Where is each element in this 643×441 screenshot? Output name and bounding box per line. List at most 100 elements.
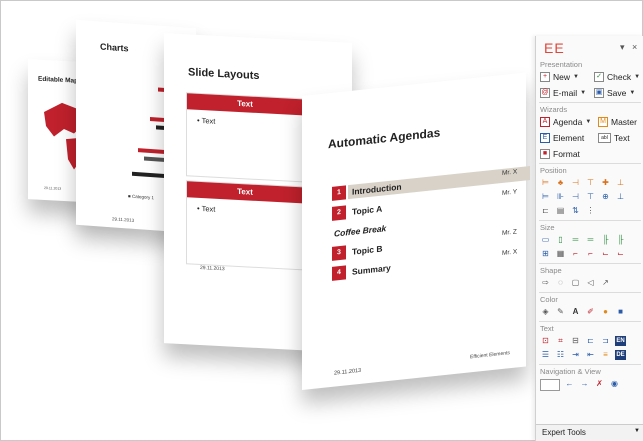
align-middle-icon[interactable]: ✚ <box>600 178 611 188</box>
line-spacing-icon[interactable]: ≡ <box>600 350 611 360</box>
swap-icon[interactable]: ⇅ <box>570 206 581 216</box>
distribute-left-icon[interactable]: ⊨ <box>540 192 551 202</box>
agenda-label: Topic B <box>352 243 383 257</box>
fit-grid-icon[interactable]: ⊞ <box>540 249 551 259</box>
rectangle-shape-icon[interactable]: ▢ <box>570 278 581 288</box>
section-size: Size <box>540 223 555 232</box>
stretch-right-icon[interactable]: ═ <box>585 235 596 245</box>
agenda-presenter: Mr. Z <box>502 228 517 237</box>
email-label: E-mail <box>553 88 578 98</box>
check-label: Check <box>607 72 632 82</box>
align-left-icon[interactable]: ⊨ <box>540 178 551 188</box>
text-shrink-icon[interactable]: ⌗ <box>555 336 566 346</box>
save-label: Save <box>607 88 627 98</box>
callout-icon[interactable]: ◌ <box>555 278 566 288</box>
new-button[interactable]: + New ▼ <box>540 72 579 82</box>
color-palette-icon[interactable]: ● <box>600 307 611 317</box>
email-button[interactable]: @ E-mail ▼ <box>540 88 586 98</box>
text-wrap-icon[interactable]: ⊟ <box>570 336 581 346</box>
align-right-icon[interactable]: ⊣ <box>570 178 581 188</box>
layout-box-text: Text <box>201 204 216 214</box>
arrow-shape-icon[interactable]: ⇨ <box>540 278 551 288</box>
eye-icon[interactable]: ◉ <box>609 379 620 389</box>
color-tools-row: ◈ ✎ A ✐ ● ■ <box>540 307 626 317</box>
section-text: Text <box>540 324 554 333</box>
slide-title: Automatic Agendas <box>328 125 441 152</box>
chevron-down-icon[interactable]: ▼ <box>629 90 635 96</box>
stretch-left-icon[interactable]: ═ <box>570 235 581 245</box>
layout-box-bullet: • Text <box>197 203 216 214</box>
expert-tools-bar[interactable]: Expert Tools ▼ <box>536 424 643 441</box>
align-center-icon[interactable]: ♣ <box>555 178 566 188</box>
distribute-center-icon[interactable]: ⊪ <box>555 192 566 202</box>
text-box-fit-icon[interactable]: ⊐ <box>600 336 611 346</box>
resize-nw-icon[interactable]: ⌐ <box>570 249 581 259</box>
save-button[interactable]: ▣ Save ▼ <box>594 88 635 98</box>
distribute-bottom-icon[interactable]: ⊥ <box>615 192 626 202</box>
curve-icon[interactable]: ↗ <box>600 278 611 288</box>
chevron-down-icon[interactable]: ▼ <box>585 119 591 125</box>
hide-icon[interactable]: ✗ <box>594 379 605 389</box>
text-wizard-button[interactable]: abl Text <box>598 133 630 143</box>
element-label: Element <box>553 133 585 143</box>
format-button[interactable]: ■ Format <box>540 149 580 159</box>
stretch-top-icon[interactable]: ╟ <box>600 235 611 245</box>
check-button[interactable]: ✓ Check ▼ <box>594 72 640 82</box>
close-icon[interactable]: × <box>632 42 637 52</box>
check-icon: ✓ <box>594 72 604 82</box>
language-en-badge[interactable]: EN <box>615 336 626 346</box>
eyedropper-icon[interactable]: ✐ <box>585 307 596 317</box>
chevron-shape-icon[interactable]: ◁ <box>585 278 596 288</box>
font-color-icon[interactable]: A <box>570 307 581 317</box>
chevron-down-icon[interactable]: ▼ <box>634 74 640 80</box>
position-tools-row: ⊨ ⊪ ⊣ ⊤ ⊕ ⊥ <box>540 192 626 202</box>
numbered-list-icon[interactable]: ☷ <box>555 350 566 360</box>
agenda-presenter: Mr. X <box>502 248 518 257</box>
grid-icon[interactable]: ⋮ <box>585 206 596 216</box>
spacing-icon[interactable]: ⊏ <box>540 206 551 216</box>
slide-title: Slide Layouts <box>188 66 260 83</box>
arrow-left-icon[interactable]: ← <box>564 379 575 389</box>
fill-color-icon[interactable]: ◈ <box>540 307 551 317</box>
resize-se-icon[interactable]: ⌙ <box>615 249 626 259</box>
text-margin-icon[interactable]: ⊡ <box>540 336 551 346</box>
line-color-icon[interactable]: ✎ <box>555 307 566 317</box>
layout-box-bullet: • Text <box>197 115 216 126</box>
distribute-middle-icon[interactable]: ⊕ <box>600 192 611 202</box>
new-document-icon: + <box>540 72 550 82</box>
arrow-right-icon[interactable]: → <box>579 379 590 389</box>
navigation-tools-row: ← → ✗ ◉ <box>540 379 620 391</box>
navigation-field[interactable] <box>540 379 560 391</box>
resize-ne-icon[interactable]: ⌐ <box>585 249 596 259</box>
agenda-button[interactable]: A Agenda ▼ <box>540 117 591 127</box>
chevron-down-icon[interactable]: ▼ <box>580 90 586 96</box>
indent-icon[interactable]: ⇥ <box>570 350 581 360</box>
section-shape: Shape <box>540 266 562 275</box>
same-width-icon[interactable]: ▭ <box>540 235 551 245</box>
chevron-down-icon[interactable]: ▼ <box>573 74 579 80</box>
master-label: Master <box>611 117 637 127</box>
master-button[interactable]: M Master <box>598 117 637 127</box>
bullet-list-icon[interactable]: ☰ <box>540 350 551 360</box>
resize-sw-icon[interactable]: ⌙ <box>600 249 611 259</box>
text-anchor-icon[interactable]: ⊏ <box>585 336 596 346</box>
pin-dropdown-icon[interactable]: ▾ <box>620 42 625 53</box>
align-top-icon[interactable]: ⊤ <box>585 178 596 188</box>
element-button[interactable]: E Element <box>540 133 584 143</box>
separator <box>539 220 641 221</box>
text-tools-row: ⊡ ⌗ ⊟ ⊏ ⊐ EN <box>540 336 626 346</box>
ee-logo: EE <box>544 40 565 56</box>
picture-size-icon[interactable]: ▦ <box>555 249 566 259</box>
same-height-icon[interactable]: ▯ <box>555 235 566 245</box>
separator <box>539 321 641 322</box>
stack-icon[interactable]: ▤ <box>555 206 566 216</box>
chart-legend: ■ Category 1 <box>128 193 154 201</box>
stretch-bottom-icon[interactable]: ╟ <box>615 235 626 245</box>
align-bottom-icon[interactable]: ⊥ <box>615 178 626 188</box>
color-scheme-icon[interactable]: ■ <box>615 307 626 317</box>
chevron-down-icon[interactable]: ▼ <box>634 428 640 434</box>
outdent-icon[interactable]: ⇤ <box>585 350 596 360</box>
distribute-top-icon[interactable]: ⊤ <box>585 192 596 202</box>
distribute-right-icon[interactable]: ⊣ <box>570 192 581 202</box>
language-de-badge[interactable]: DE <box>615 350 626 360</box>
